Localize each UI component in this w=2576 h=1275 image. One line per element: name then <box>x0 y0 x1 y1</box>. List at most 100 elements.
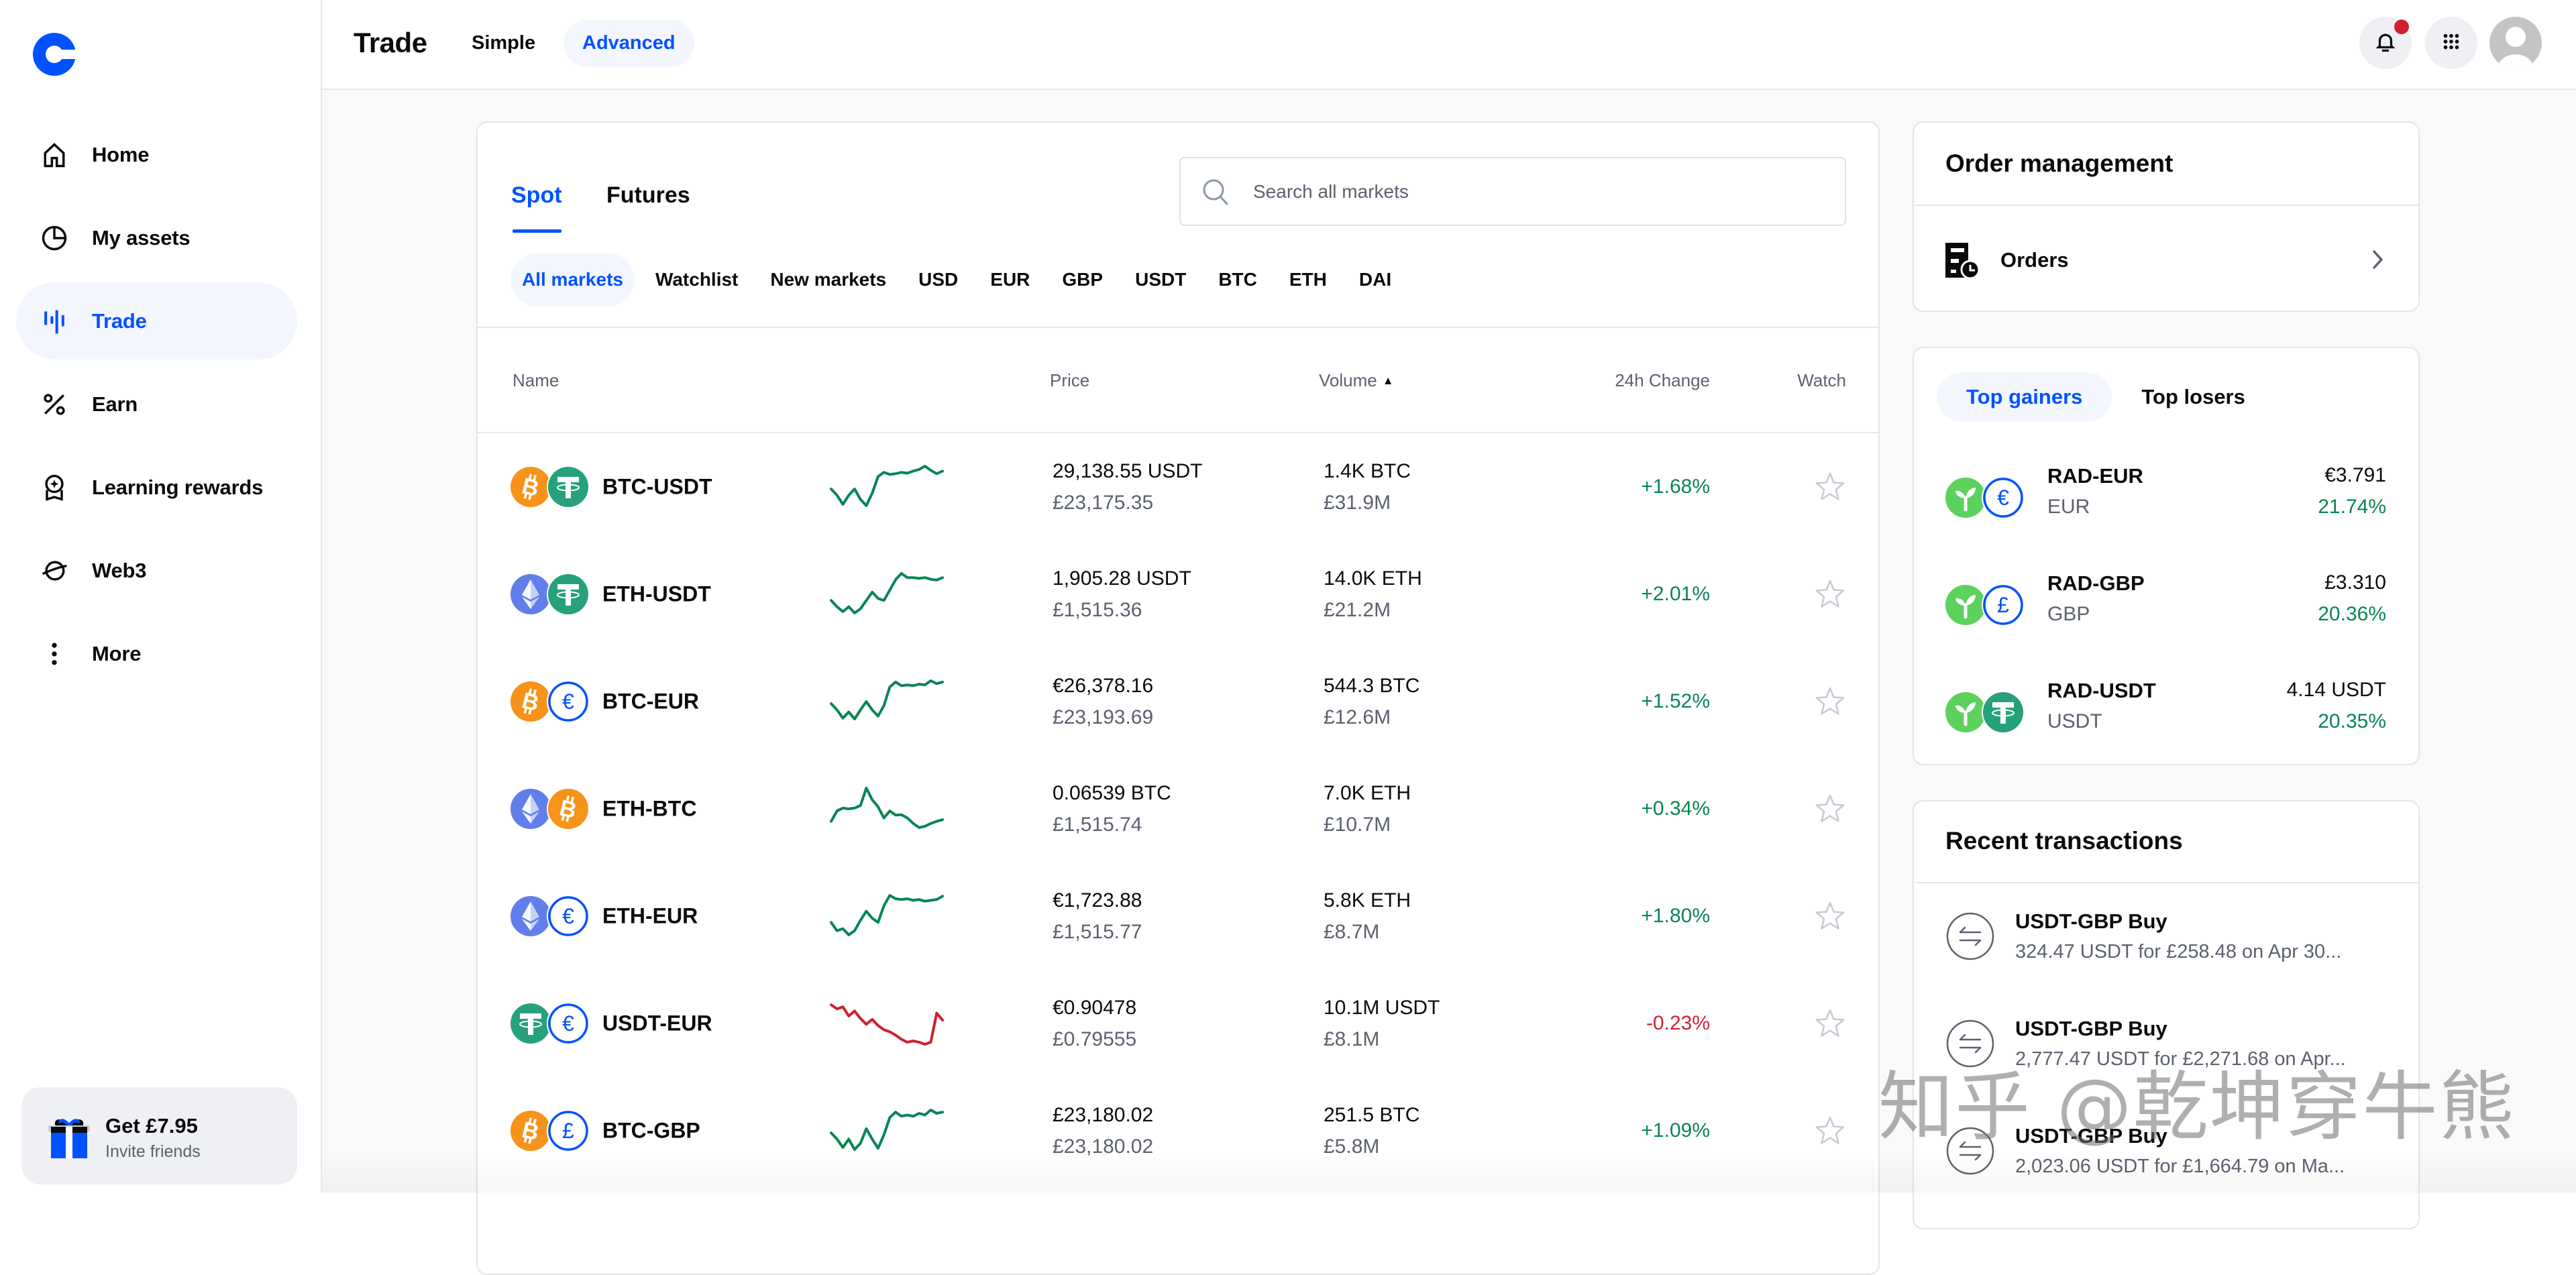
mover-row[interactable]: £ RAD-GBP GBP £3.310 20.36% <box>1914 551 2418 659</box>
filter-chip[interactable]: DAI <box>1348 253 1403 307</box>
sidebar-item[interactable]: Trade <box>16 282 297 359</box>
transaction-row[interactable]: USDT-GBP Buy 2,023.06 USDT for £1,664.79… <box>1914 1097 2418 1205</box>
star-icon[interactable] <box>1814 471 1846 503</box>
sidebar-item-label: Trade <box>92 309 147 333</box>
gbp-coin-icon: £ <box>548 1111 588 1151</box>
pair-icons: B <box>511 467 590 507</box>
filter-chip[interactable]: New markets <box>759 253 898 307</box>
transaction-title: USDT-GBP Buy <box>2015 909 2167 933</box>
filter-chip[interactable]: EUR <box>979 253 1041 307</box>
eth-coin-icon <box>511 789 551 829</box>
apps-menu-button[interactable] <box>2425 17 2477 69</box>
star-icon[interactable] <box>1814 685 1846 718</box>
star-icon[interactable] <box>1814 793 1846 825</box>
order-management-title: Order management <box>1945 150 2174 177</box>
more-vertical-icon <box>40 639 69 669</box>
market-row[interactable]: € USDT-EUR €0.90478 £0.79555 10.1M USDT … <box>478 970 1878 1077</box>
movers-tabs: Top gainers Top losers <box>1937 372 2275 422</box>
transactions-list: USDT-GBP Buy 324.47 USDT for £258.48 on … <box>1914 883 2418 1205</box>
divider <box>1914 205 2418 206</box>
active-tab-indicator <box>513 229 561 233</box>
filter-chip[interactable]: Watchlist <box>644 253 749 307</box>
market-row[interactable]: B € BTC-EUR €26,378.16 £23,193.69 544.3 … <box>478 648 1878 755</box>
coinbase-logo-icon[interactable] <box>33 33 77 76</box>
notifications-button[interactable] <box>2359 17 2412 69</box>
column-header-change[interactable]: 24h Change <box>1576 370 1710 391</box>
search-input[interactable] <box>1252 158 1829 225</box>
column-header-volume-label: Volume <box>1319 370 1377 390</box>
pie-chart-icon <box>40 223 69 253</box>
volume-value: 14.0K ETH <box>1324 567 1422 590</box>
price-cell: 1,905.28 USDT £1,515.36 <box>1053 563 1191 626</box>
swap-arrows-icon <box>1945 1019 1995 1068</box>
table-header: Name Price Volume ▲ 24h Change Watch <box>478 328 1878 432</box>
mover-row[interactable]: RAD-USDT USDT 4.14 USDT 20.35% <box>1914 659 2418 764</box>
sparkline-line <box>830 787 944 829</box>
filter-chip[interactable]: GBP <box>1051 253 1114 307</box>
movers-tab[interactable]: Top gainers <box>1937 372 2112 422</box>
market-filters: All markets Watchlist New markets USD EUR GBP… <box>511 253 1403 307</box>
transaction-detail: 2,023.06 USDT for £1,664.79 on Ma... <box>2015 1156 2345 1177</box>
change-value: +1.09% <box>1641 1119 1710 1142</box>
transaction-row[interactable]: USDT-GBP Buy 324.47 USDT for £258.48 on … <box>1914 883 2418 990</box>
volume-cell: 251.5 BTC £5.8M <box>1324 1099 1419 1162</box>
market-row[interactable]: B BTC-USDT 29,138.55 USDT £23,175.35 1.4… <box>478 433 1878 541</box>
transaction-title: USDT-GBP Buy <box>2015 1124 2167 1148</box>
transaction-row[interactable]: USDT-GBP Buy 2,777.47 USDT for £2,271.68… <box>1914 990 2418 1097</box>
tab-spot[interactable]: Spot <box>511 182 562 209</box>
mode-advanced-tab[interactable]: Advanced <box>564 19 694 67</box>
star-icon[interactable] <box>1814 900 1846 932</box>
tab-futures[interactable]: Futures <box>606 182 690 209</box>
trade-icon <box>40 307 69 336</box>
pair-name: USDT-EUR <box>602 1011 712 1036</box>
filter-chip[interactable]: USD <box>907 253 969 307</box>
invite-friends-card[interactable]: Get £7.95 Invite friends <box>21 1087 297 1184</box>
price-value: 29,138.55 USDT <box>1053 460 1203 482</box>
market-row[interactable]: B ETH-BTC 0.06539 BTC £1,515.74 7.0K ETH… <box>478 755 1878 863</box>
market-search[interactable] <box>1179 157 1846 226</box>
sidebar-item[interactable]: Learning rewards <box>16 449 297 526</box>
column-header-name[interactable]: Name <box>513 370 559 391</box>
market-row[interactable]: € ETH-EUR €1,723.88 £1,515.77 5.8K ETH £… <box>478 863 1878 970</box>
volume-gbp-value: £21.2M <box>1324 599 1391 621</box>
swap-arrows-icon <box>1945 1126 1995 1176</box>
mover-pair-name: RAD-USDT <box>2047 679 2156 702</box>
orders-link[interactable]: Orders <box>1914 207 2418 311</box>
market-row[interactable]: B £ BTC-GBP £23,180.02 £23,180.02 251.5 … <box>478 1077 1878 1184</box>
sidebar-item[interactable]: Home <box>16 116 297 193</box>
volume-cell: 5.8K ETH £8.7M <box>1324 885 1411 948</box>
top-bar: Trade Simple Advanced <box>322 0 2576 90</box>
filter-chip[interactable]: ETH <box>1278 253 1338 307</box>
column-header-volume[interactable]: Volume ▲ <box>1319 370 1394 394</box>
filter-chip[interactable]: USDT <box>1124 253 1197 307</box>
star-icon[interactable] <box>1814 1115 1846 1147</box>
eur-coin-icon: € <box>548 681 588 722</box>
eth-coin-icon <box>511 574 551 614</box>
filter-chip[interactable]: All markets <box>511 253 635 307</box>
sparkline-chart <box>830 1109 944 1151</box>
mover-price: 4.14 USDT <box>2286 679 2386 701</box>
mode-simple-tab[interactable]: Simple <box>472 19 535 67</box>
movers-tab[interactable]: Top losers <box>2112 372 2274 422</box>
rad-coin-icon <box>1945 478 1986 518</box>
volume-value: 251.5 BTC <box>1324 1104 1420 1126</box>
user-avatar[interactable] <box>2489 17 2542 69</box>
star-icon[interactable] <box>1814 578 1846 610</box>
sort-ascending-icon: ▲ <box>1382 374 1394 387</box>
volume-cell: 14.0K ETH £21.2M <box>1324 563 1422 626</box>
volume-gbp-value: £12.6M <box>1324 706 1391 728</box>
sidebar-item[interactable]: Earn <box>16 366 297 443</box>
mover-row[interactable]: € RAD-EUR EUR €3.791 21.74% <box>1914 444 2418 551</box>
column-header-price[interactable]: Price <box>1050 370 1089 391</box>
sidebar-item[interactable]: Web3 <box>16 532 297 609</box>
volume-gbp-value: £10.7M <box>1324 814 1391 836</box>
sidebar-item[interactable]: My assets <box>16 199 297 276</box>
sidebar-item[interactable]: More <box>16 615 297 692</box>
market-row[interactable]: ETH-USDT 1,905.28 USDT £1,515.36 14.0K E… <box>478 541 1878 648</box>
star-icon[interactable] <box>1814 1007 1846 1040</box>
chevron-right-icon <box>2367 248 2387 271</box>
filter-chip[interactable]: BTC <box>1207 253 1269 307</box>
column-header-watch: Watch <box>1797 370 1846 390</box>
page-title: Trade <box>354 27 427 58</box>
eth-coin-icon <box>511 896 551 936</box>
